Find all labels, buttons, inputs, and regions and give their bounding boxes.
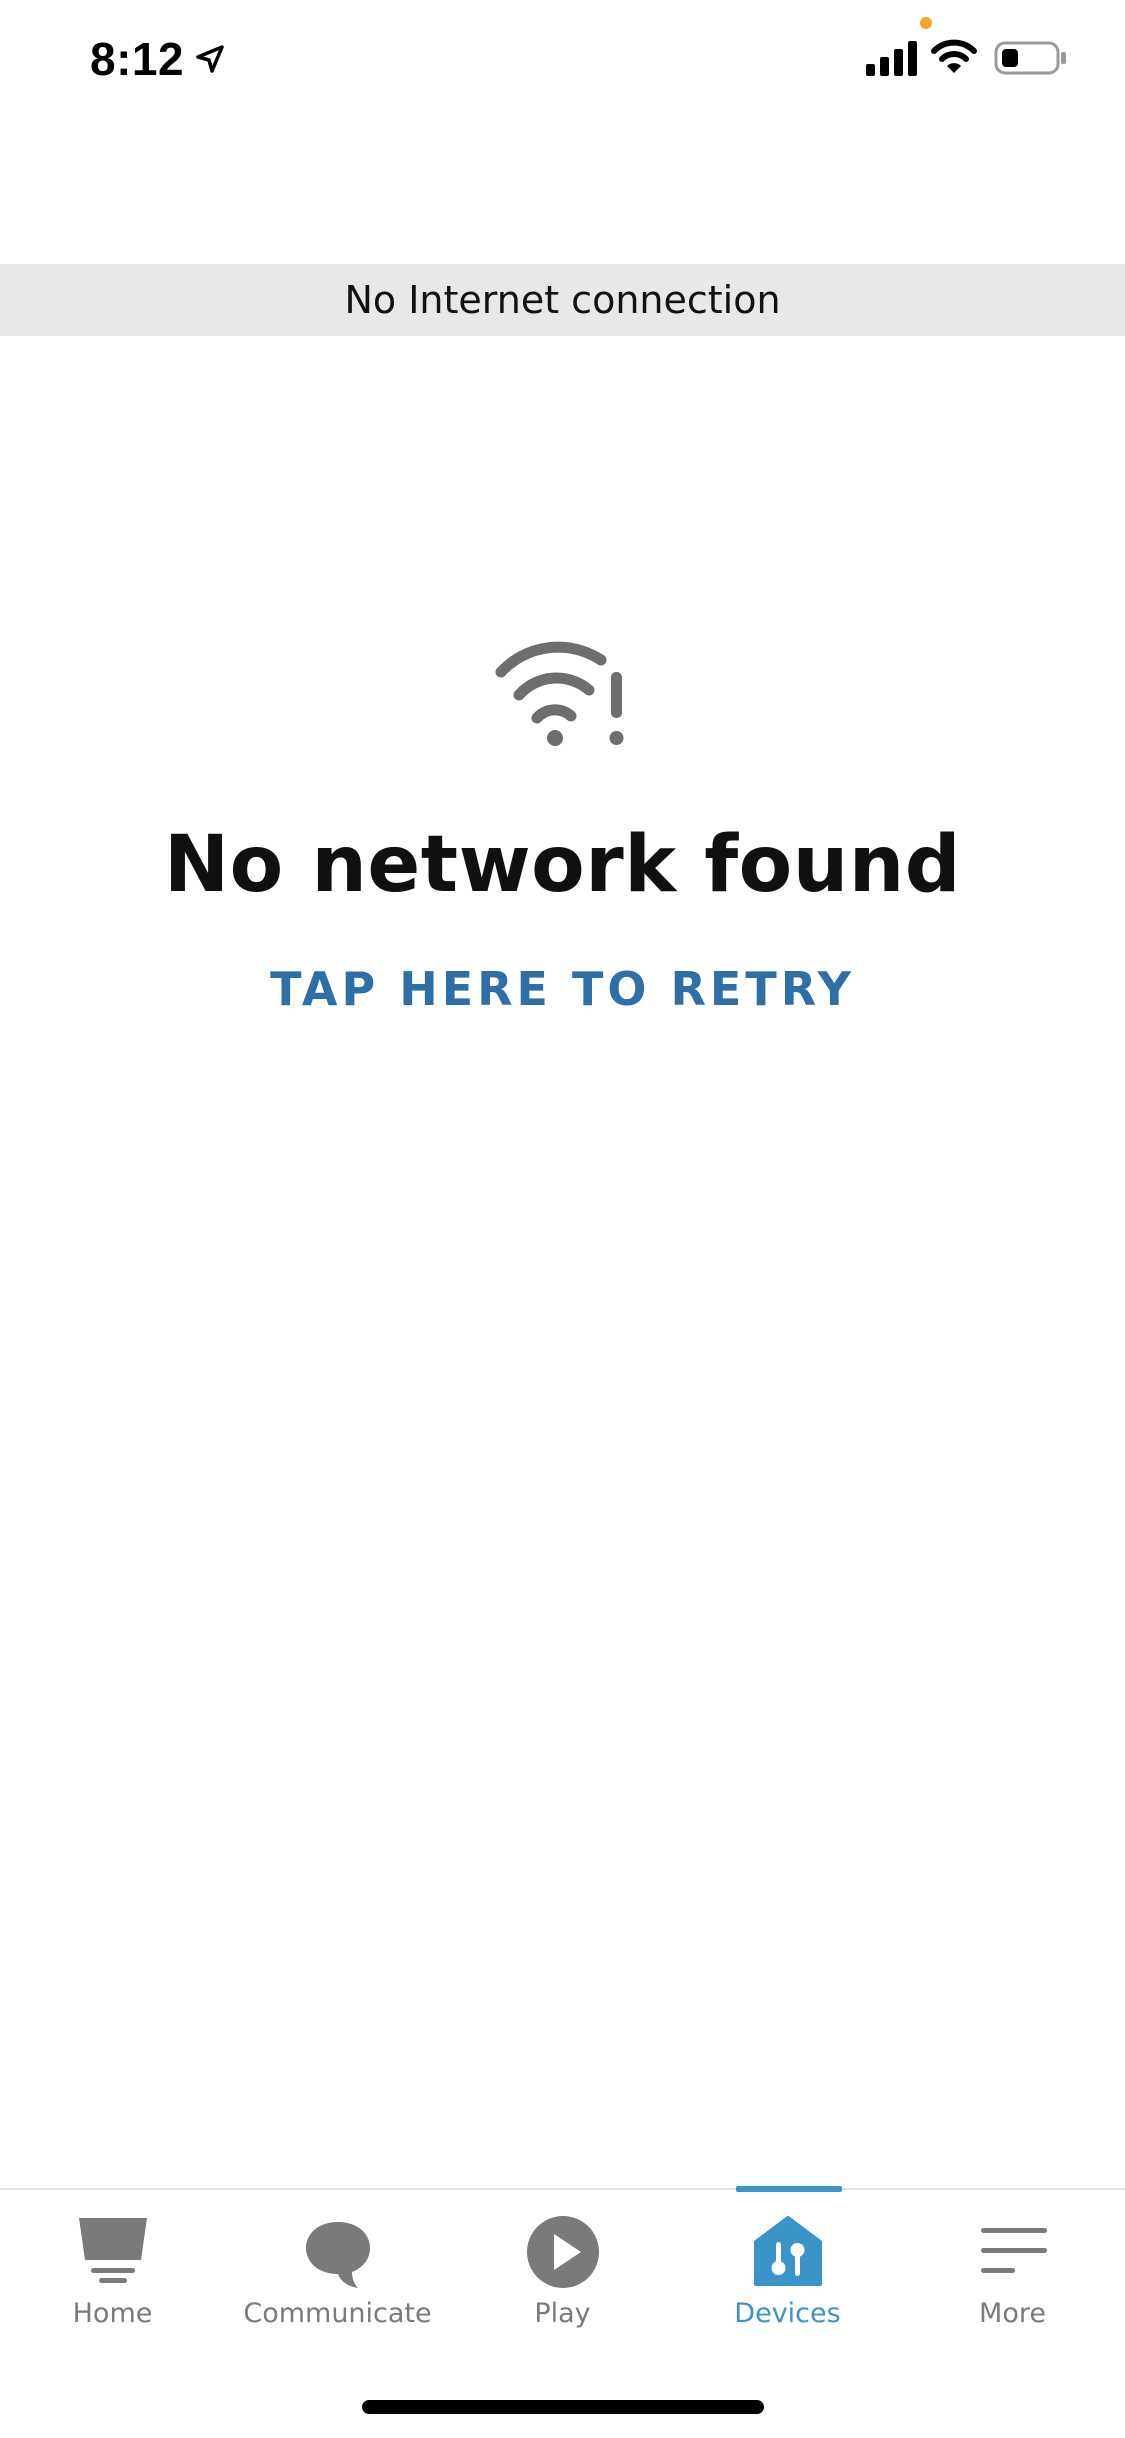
status-bar: 8:12 <box>0 0 1125 130</box>
empty-state-title: No network found <box>163 820 962 910</box>
menu-icon <box>980 2228 1047 2273</box>
status-time: 8:12 <box>90 33 185 85</box>
status-time-group: 8:12 <box>90 32 226 86</box>
battery-icon <box>994 41 1066 75</box>
tab-devices-label: Devices <box>734 2298 841 2329</box>
tab-devices[interactable]: Devices <box>675 2190 900 2340</box>
tab-play[interactable]: Play <box>450 2190 675 2340</box>
offline-banner: No Internet connection <box>0 264 1125 336</box>
retry-button[interactable]: TAP HERE TO RETRY <box>270 962 855 1016</box>
tab-communicate[interactable]: Communicate <box>225 2190 450 2340</box>
tab-play-label: Play <box>534 2298 591 2329</box>
tab-home-label: Home <box>72 2298 153 2329</box>
location-arrow-icon <box>196 45 224 73</box>
wifi-status-icon <box>931 39 977 73</box>
tab-more-label: More <box>979 2298 1046 2329</box>
tab-communicate-label: Communicate <box>243 2298 432 2329</box>
offline-banner-text: No Internet connection <box>344 278 781 322</box>
wifi-alert-icon <box>495 641 623 746</box>
devices-house-icon <box>753 2216 822 2286</box>
empty-state: No network found TAP HERE TO RETRY <box>0 630 1125 1016</box>
home-indicator[interactable] <box>362 2400 764 2414</box>
home-icon <box>78 2218 147 2283</box>
cellular-signal-icon <box>866 41 917 76</box>
privacy-indicator-dot <box>920 17 932 29</box>
speech-bubble-icon <box>305 2222 370 2288</box>
tab-home[interactable]: Home <box>0 2190 225 2340</box>
play-icon <box>526 2216 599 2288</box>
tab-more[interactable]: More <box>900 2190 1125 2340</box>
